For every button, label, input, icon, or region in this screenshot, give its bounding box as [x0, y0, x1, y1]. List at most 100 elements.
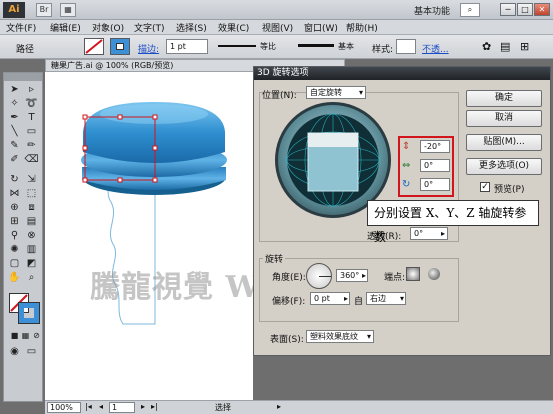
direct-selection-tool-icon[interactable]: ▹: [24, 83, 39, 96]
mesh-tool-icon[interactable]: ⊞: [7, 215, 22, 228]
minimize-button[interactable]: ─: [500, 3, 516, 16]
menu-edit[interactable]: 编辑(E): [50, 21, 81, 34]
blob-brush-tool-icon[interactable]: ✐: [7, 153, 22, 166]
more-options-button[interactable]: 更多选项(O): [466, 158, 542, 175]
variable-width-profile[interactable]: 等比: [216, 39, 288, 54]
first-page-icon[interactable]: |◂: [85, 402, 92, 411]
object-type-label: 路径: [16, 45, 35, 55]
perspective-grid-tool-icon[interactable]: ⧈: [24, 201, 39, 214]
workspace-switcher[interactable]: 基本功能: [414, 4, 450, 17]
page-field[interactable]: 1: [109, 402, 135, 413]
revolve-section-label: 旋转: [263, 252, 286, 265]
ok-button[interactable]: 确定: [466, 90, 542, 107]
fill-swatch[interactable]: [84, 38, 104, 55]
opacity-link[interactable]: 不透...: [422, 42, 449, 55]
menu-effect[interactable]: 效果(C): [218, 21, 249, 34]
menu-help[interactable]: 帮助(H): [346, 21, 378, 34]
column-graph-tool-icon[interactable]: ▥: [24, 243, 39, 256]
width-tool-icon[interactable]: ⋈: [7, 187, 22, 200]
tools-panel-grip[interactable]: [4, 73, 42, 81]
magic-wand-tool-icon[interactable]: ✧: [7, 97, 22, 110]
menu-type[interactable]: 文字(T): [134, 21, 165, 34]
chevron-down-icon: ▾: [399, 294, 404, 303]
position-select[interactable]: 自定旋转 ▾: [306, 86, 366, 99]
stroke-color-icon[interactable]: [18, 302, 40, 324]
zoom-tool-icon[interactable]: ⌕: [24, 271, 39, 284]
graphic-style-swatch[interactable]: [396, 39, 416, 54]
cap-on-icon[interactable]: [406, 267, 420, 281]
brush-definition[interactable]: 基本: [296, 39, 366, 54]
none-mode-icon[interactable]: ⊘: [29, 329, 44, 342]
annotation-callout: 分别设置 X、Y、Z 轴旋转参数: [367, 200, 539, 244]
last-page-icon[interactable]: ▸|: [151, 402, 158, 411]
status-menu-icon[interactable]: ▸: [277, 402, 281, 411]
position-value: 自定旋转: [310, 88, 342, 97]
status-tool-label: 选择: [215, 403, 231, 412]
paintbrush-tool-icon[interactable]: ✎: [7, 139, 22, 152]
angle-dial[interactable]: [306, 263, 332, 289]
align-icon[interactable]: ▤: [500, 40, 510, 53]
stroke-label[interactable]: 描边:: [138, 42, 159, 55]
app-logo: Ai: [3, 2, 25, 18]
recolor-icon[interactable]: ✿: [482, 40, 491, 53]
profile-line-icon: [218, 45, 256, 47]
offset-from-select[interactable]: 右边 ▾: [366, 292, 406, 305]
perspective-field[interactable]: 0° ▸: [410, 227, 448, 240]
eyedropper-tool-icon[interactable]: ⚲: [7, 229, 22, 242]
free-transform-tool-icon[interactable]: ⬚: [24, 187, 39, 200]
cap-off-icon[interactable]: [428, 268, 440, 280]
chevron-down-icon: ▸: [440, 229, 445, 238]
rectangle-tool-icon[interactable]: ▭: [24, 125, 39, 138]
menu-file[interactable]: 文件(F): [6, 21, 36, 34]
offset-label: 偏移(F):: [272, 297, 306, 307]
offset-field[interactable]: 0 pt ▸: [310, 292, 350, 305]
dialog-title[interactable]: 3D 旋转选项: [254, 67, 550, 80]
hand-tool-icon[interactable]: ✋: [7, 271, 22, 284]
pencil-tool-icon[interactable]: ✏: [24, 139, 39, 152]
profile-label: 等比: [260, 42, 276, 51]
arrange-documents-icon[interactable]: ▦: [60, 3, 76, 17]
menu-window[interactable]: 窗口(W): [304, 21, 338, 34]
lasso-tool-icon[interactable]: ➰: [24, 97, 39, 110]
symbol-sprayer-tool-icon[interactable]: ✺: [7, 243, 22, 256]
rotate-tool-icon[interactable]: ↻: [7, 173, 22, 186]
surface-select[interactable]: 塑料效果底纹 ▾: [306, 330, 374, 343]
next-page-icon[interactable]: ▸: [141, 402, 145, 411]
angle-field[interactable]: 360° ▸: [336, 269, 368, 282]
cancel-button[interactable]: 取消: [466, 110, 542, 127]
angle-label: 角度(E):: [272, 273, 306, 283]
selection-tool-icon[interactable]: ➤: [7, 83, 22, 96]
dial-needle-icon: [319, 276, 331, 277]
stroke-weight-field[interactable]: 1 pt: [166, 39, 208, 54]
draw-normal-icon[interactable]: ◉: [7, 345, 22, 358]
chevron-down-icon: ▾: [358, 88, 363, 97]
menu-view[interactable]: 视图(V): [262, 21, 293, 34]
chevron-down-icon: ▸: [343, 294, 348, 303]
line-tool-icon[interactable]: ╲: [7, 125, 22, 138]
zoom-field[interactable]: 100%: [47, 402, 81, 413]
offset-from-label: 自: [354, 297, 364, 307]
map-art-button[interactable]: 贴图(M)...: [466, 134, 542, 151]
scale-tool-icon[interactable]: ⇲: [24, 173, 39, 186]
type-tool-icon[interactable]: T: [24, 111, 39, 124]
stroke-swatch[interactable]: [110, 38, 130, 55]
gradient-tool-icon[interactable]: ▤: [24, 215, 39, 228]
artboard-tool-icon[interactable]: ▢: [7, 257, 22, 270]
blend-tool-icon[interactable]: ⊗: [24, 229, 39, 242]
maximize-button[interactable]: □: [517, 3, 533, 16]
screen-mode-icon[interactable]: ▭: [24, 345, 39, 358]
bridge-icon[interactable]: Br: [36, 3, 52, 17]
pen-tool-icon[interactable]: ✒: [7, 111, 22, 124]
track-cube-grid: [286, 113, 380, 207]
transform-icon[interactable]: ⊞: [520, 40, 529, 53]
close-button[interactable]: ✕: [534, 3, 550, 16]
slice-tool-icon[interactable]: ◩: [24, 257, 39, 270]
prev-page-icon[interactable]: ◂: [99, 402, 103, 411]
preview-checkbox[interactable]: ✓: [480, 182, 490, 192]
menu-select[interactable]: 选择(S): [176, 21, 207, 34]
artboard-canvas[interactable]: [45, 72, 253, 400]
menu-object[interactable]: 对象(O): [92, 21, 124, 34]
shape-builder-tool-icon[interactable]: ⊕: [7, 201, 22, 214]
search-icon[interactable]: ⌕: [460, 3, 480, 17]
eraser-tool-icon[interactable]: ⌫: [24, 153, 39, 166]
